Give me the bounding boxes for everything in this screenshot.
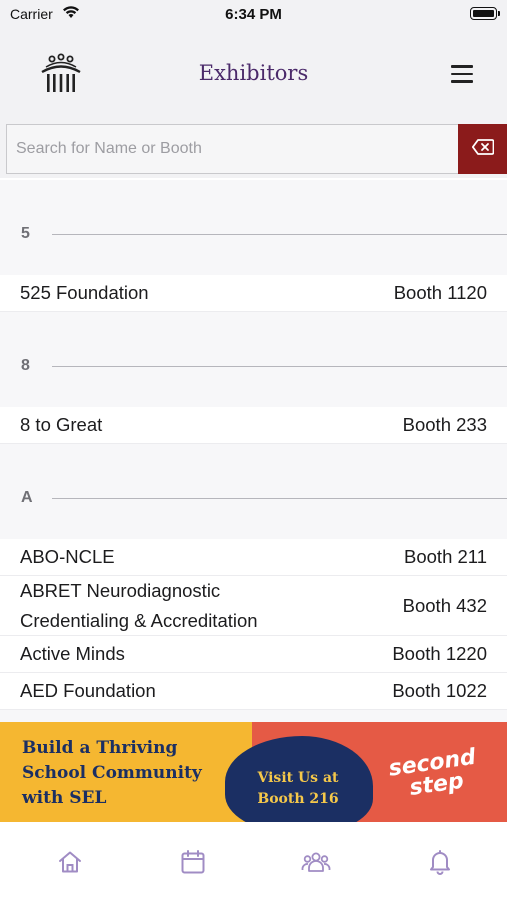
search-bar <box>0 122 507 178</box>
home-icon[interactable] <box>55 848 85 876</box>
exhibitor-row[interactable]: Active Minds Booth 1220 <box>0 636 507 673</box>
section-header: A <box>0 444 507 539</box>
exhibitor-name: ABO-NCLE <box>20 546 115 567</box>
backspace-icon <box>471 138 494 160</box>
section-letter: A <box>21 489 33 506</box>
booth-number: Booth 211 <box>404 546 487 567</box>
booth-number: Booth 1120 <box>393 282 487 303</box>
nav-bar: Exhibitors <box>0 28 507 122</box>
section-letter: 8 <box>21 357 30 374</box>
booth-number: Booth 233 <box>402 414 487 435</box>
exhibitor-row[interactable]: AED Foundation Booth 1022 <box>0 673 507 710</box>
exhibitor-row[interactable]: 525 Foundation Booth 1120 <box>0 275 507 312</box>
exhibitor-row[interactable]: ABRET Neurodiagnostic Credentialing & Ac… <box>0 576 507 636</box>
bell-icon[interactable] <box>425 848 455 876</box>
tab-bar <box>0 822 507 900</box>
section-letter: 5 <box>21 225 30 242</box>
battery-icon <box>470 7 500 20</box>
exhibitor-row[interactable]: 8 to Great Booth 233 <box>0 407 507 444</box>
exhibitor-list[interactable]: 5 525 Foundation Booth 1120 8 8 to Great… <box>0 180 507 722</box>
banner-headline: Build a Thriving School Community with S… <box>22 736 232 811</box>
booth-number: Booth 432 <box>402 594 487 616</box>
booth-number: Booth 1220 <box>392 643 487 664</box>
banner-headline-line: with SEL <box>22 788 107 808</box>
section-divider <box>52 366 507 367</box>
status-bar: Carrier 6:34 PM <box>0 0 507 28</box>
search-field-container <box>6 124 458 174</box>
clock: 6:34 PM <box>225 6 282 23</box>
section-divider <box>52 498 507 499</box>
exhibitor-name: 525 Foundation <box>20 282 149 303</box>
calendar-icon[interactable] <box>178 848 208 876</box>
exhibitor-name: ABRET Neurodiagnostic Credentialing & Ac… <box>20 579 258 631</box>
banner-headline-line: Build a Thriving <box>22 738 178 758</box>
banner-cta: Visit Us at Booth 216 <box>250 768 346 810</box>
hamburger-menu-icon[interactable] <box>451 65 475 85</box>
people-icon[interactable] <box>301 848 331 876</box>
sponsor-banner[interactable]: Build a Thriving School Community with S… <box>0 722 507 822</box>
page-title: Exhibitors <box>198 61 309 85</box>
exhibitor-row[interactable]: ABO-NCLE Booth 211 <box>0 539 507 576</box>
booth-number: Booth 1022 <box>392 680 487 701</box>
clear-search-button[interactable] <box>458 124 507 174</box>
exhibitor-name: Active Minds <box>20 643 125 664</box>
exhibitor-name: 8 to Great <box>20 414 103 435</box>
section-header: 8 <box>0 312 507 407</box>
banner-headline-line: School Community <box>22 763 202 783</box>
section-divider <box>52 234 507 235</box>
banner-cta-line: Booth 216 <box>257 791 339 807</box>
section-header: 5 <box>0 180 507 275</box>
banner-cta-line: Visit Us at <box>257 770 339 786</box>
search-input[interactable] <box>7 125 458 173</box>
exhibitor-name: AED Foundation <box>20 680 156 701</box>
